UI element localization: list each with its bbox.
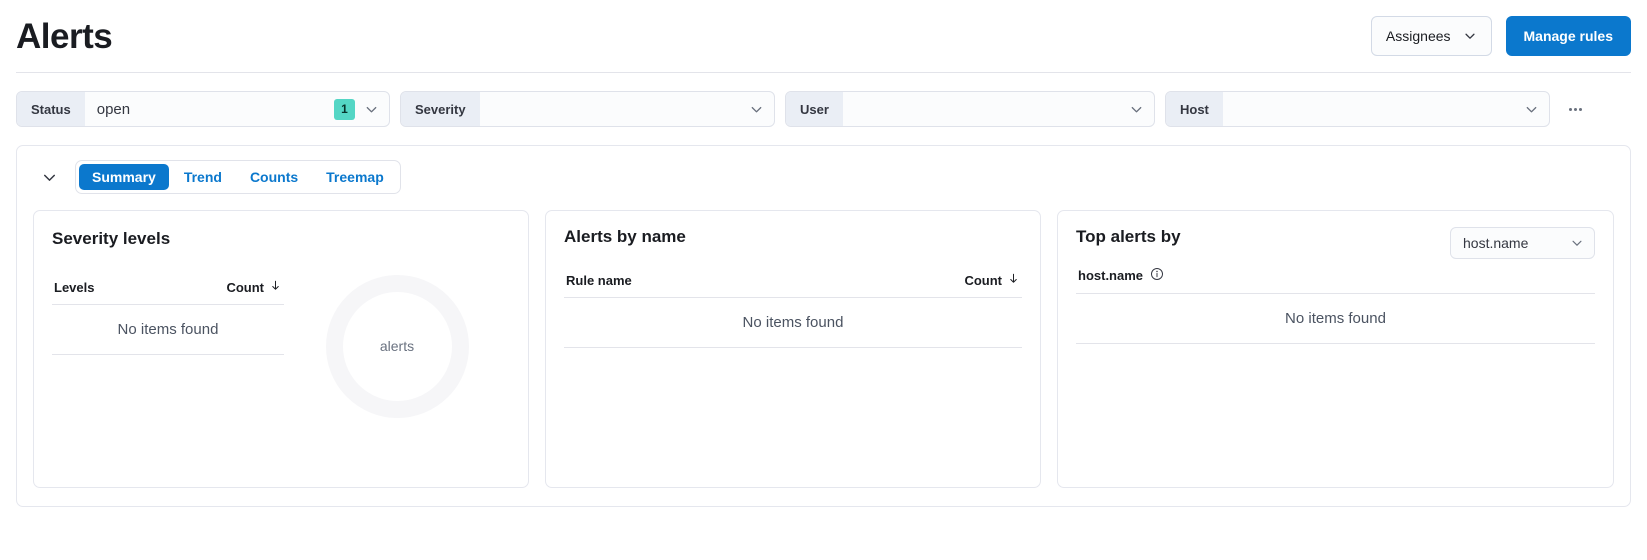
table-header-row: Rule name Count [564,272,1022,298]
tab-counts[interactable]: Counts [237,164,311,190]
filter-severity[interactable]: Severity [400,91,775,127]
chevron-down-icon[interactable] [1524,102,1539,117]
severity-levels-title: Severity levels [52,229,171,248]
top-alerts-by-card: Top alerts by host.name host.name No ite… [1057,210,1614,488]
severity-levels-table: Levels Count No items found [52,279,284,355]
filter-user-right [1129,102,1144,117]
column-header-count[interactable]: Count [226,279,282,295]
chevron-down-icon [1570,236,1584,250]
donut-ring: alerts [325,274,469,418]
more-dot [1578,107,1582,111]
chevron-down-icon[interactable] [364,102,379,117]
top-alerts-table: host.name No items found [1076,267,1595,344]
filter-bar: Status open 1 Severity User Host [0,73,1647,127]
more-dot [1568,107,1572,111]
manage-rules-button[interactable]: Manage rules [1505,16,1631,56]
top-alerts-empty-message: No items found [1076,294,1595,344]
header-actions: Assignees Manage rules [1370,16,1631,56]
severity-levels-table-area: Severity levels Levels Count No items fo… [52,227,284,471]
filter-status-value: open [96,100,131,118]
info-circle-icon[interactable] [1150,267,1164,284]
column-header-levels[interactable]: Levels [54,280,94,295]
filter-host-right [1524,102,1539,117]
filter-status[interactable]: Status open 1 [16,91,390,127]
summary-header: Summary Trend Counts Treemap [33,160,1614,194]
view-tab-group: Summary Trend Counts Treemap [75,160,401,194]
page-title: Alerts [16,16,113,56]
filter-host-control[interactable] [1223,92,1549,126]
filter-severity-right [749,102,764,117]
status-badge: 1 [334,98,355,120]
filter-host[interactable]: Host [1165,91,1550,127]
column-header-rule-name[interactable]: Rule name [566,273,632,288]
tab-trend[interactable]: Trend [171,164,235,190]
sort-down-arrow-icon [269,279,282,295]
column-header-host-name-label: host.name [1078,268,1144,283]
summary-panel: Summary Trend Counts Treemap Severity le… [16,145,1631,507]
alerts-by-name-card: Alerts by name Rule name Count No items … [545,210,1041,488]
filter-host-label: Host [1166,92,1223,126]
chevron-down-icon [41,169,58,186]
column-header-host-name[interactable]: host.name [1078,267,1164,284]
assignees-button[interactable]: Assignees [1370,16,1492,56]
table-header-row: host.name [1076,267,1595,294]
donut-center-label: alerts [379,338,415,354]
more-dot [1573,107,1577,111]
collapse-toggle-button[interactable] [37,165,61,189]
table-header-row: Levels Count [52,279,284,305]
alerts-by-name-title: Alerts by name [564,227,686,246]
more-options-icon[interactable] [1562,94,1588,124]
chevron-down-icon[interactable] [1129,102,1144,117]
severity-levels-card: Severity levels Levels Count No items fo… [33,210,529,488]
top-alerts-by-title: Top alerts by [1076,227,1181,246]
column-header-count[interactable]: Count [964,272,1020,288]
filter-status-control[interactable]: open 1 [85,92,389,126]
top-alerts-field-select[interactable]: host.name [1450,227,1595,259]
severity-levels-empty-message: No items found [52,305,284,355]
severity-donut-chart: alerts [284,227,510,471]
filter-user-label: User [786,92,843,126]
filter-severity-control[interactable] [480,92,774,126]
sort-down-arrow-icon [1007,272,1020,288]
column-header-count-label: Count [964,272,1002,288]
filter-user[interactable]: User [785,91,1155,127]
assignees-button-label: Assignees [1385,28,1451,44]
tab-treemap[interactable]: Treemap [313,164,397,190]
page-header: Alerts Assignees Manage rules [0,0,1647,72]
chevron-down-icon[interactable] [749,102,764,117]
alerts-by-name-table: Rule name Count No items found [564,272,1022,348]
top-alerts-field-select-value: host.name [1463,235,1529,251]
top-alerts-header: Top alerts by host.name [1076,227,1595,259]
chevron-down-icon [1463,29,1477,43]
summary-cards-row: Severity levels Levels Count No items fo… [33,210,1614,488]
tab-summary[interactable]: Summary [79,164,169,190]
filter-status-label: Status [17,92,85,126]
filter-severity-label: Severity [401,92,480,126]
column-header-count-label: Count [226,279,264,295]
alerts-by-name-empty-message: No items found [564,298,1022,348]
filter-user-control[interactable] [843,92,1154,126]
filter-status-right: 1 [334,98,379,120]
